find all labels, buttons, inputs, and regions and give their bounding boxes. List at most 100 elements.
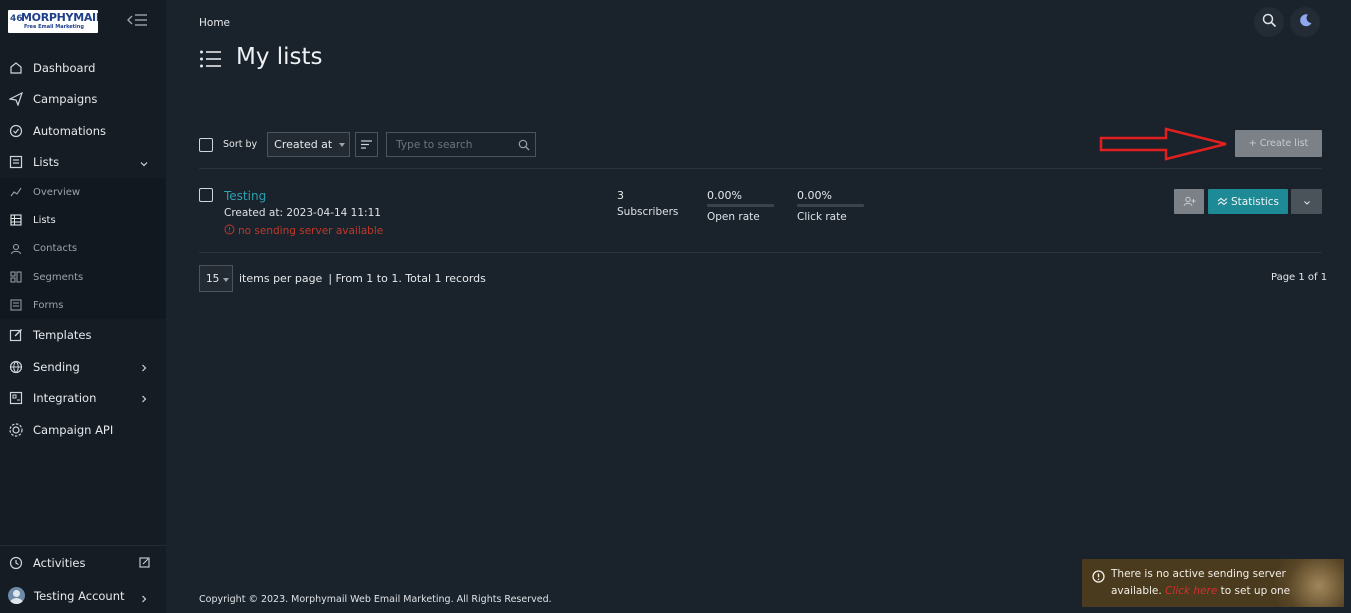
sidebar-item-lists[interactable]: Lists bbox=[0, 147, 166, 179]
sort-icon bbox=[360, 135, 373, 154]
sort-label: Sort by bbox=[223, 139, 258, 150]
warning-text: no sending server available bbox=[238, 225, 384, 237]
account-name: Testing Account bbox=[34, 588, 125, 603]
statistics-button[interactable]: Statistics bbox=[1208, 189, 1288, 214]
more-actions-button[interactable] bbox=[1291, 189, 1322, 214]
sidebar-item-label: Sending bbox=[33, 359, 80, 374]
list-name-link[interactable]: Testing bbox=[224, 189, 266, 203]
click-rate-label: Click rate bbox=[797, 211, 847, 223]
click-rate-value: 0.00% bbox=[797, 189, 832, 202]
statistics-button-label: Statistics bbox=[1231, 195, 1279, 208]
sidebar-item-sending[interactable]: Sending bbox=[0, 351, 166, 383]
home-icon bbox=[8, 60, 24, 76]
sidebar-subitem-segments[interactable]: Segments bbox=[0, 263, 166, 291]
user-plus-icon bbox=[1183, 192, 1196, 211]
app-logo[interactable]: 46 MORPHYMAIL Free Email Marketing bbox=[8, 10, 98, 33]
create-list-button[interactable]: + Create list bbox=[1235, 130, 1322, 157]
search-input[interactable] bbox=[396, 138, 517, 151]
chevron-right-icon bbox=[140, 592, 148, 606]
collapse-sidebar-icon[interactable] bbox=[126, 12, 148, 28]
search-button[interactable] bbox=[1254, 7, 1284, 37]
sidebar-subitem-overview[interactable]: Overview bbox=[0, 178, 166, 206]
table-icon bbox=[8, 212, 24, 228]
chevron-right-icon bbox=[140, 361, 148, 372]
sidebar-item-label: Integration bbox=[33, 391, 97, 406]
search-field[interactable] bbox=[386, 132, 537, 157]
sidebar-subitem-contacts[interactable]: Contacts bbox=[0, 235, 166, 263]
form-icon bbox=[8, 297, 24, 313]
sidebar-bottom: Activities Testing Account bbox=[0, 545, 166, 612]
select-all-checkbox[interactable] bbox=[199, 137, 213, 152]
chevron-down-icon bbox=[1303, 192, 1311, 211]
toast-text-after: to set up one bbox=[1220, 585, 1291, 597]
caret-down-icon bbox=[223, 278, 229, 282]
row-checkbox[interactable] bbox=[199, 188, 213, 202]
sending-icon bbox=[8, 359, 24, 375]
api-icon bbox=[8, 422, 24, 438]
sidebar-subitem-label: Overview bbox=[33, 186, 81, 198]
per-page-value: 15 bbox=[206, 272, 220, 285]
sort-select[interactable]: Created at bbox=[267, 132, 351, 157]
sidebar-subitem-lists[interactable]: Lists bbox=[0, 206, 166, 234]
lists-subnav: Overview Lists Contacts Segments Forms bbox=[0, 178, 166, 320]
sending-server-toast: There is no active sending server availa… bbox=[1082, 559, 1344, 607]
subscribers-count[interactable]: 3 bbox=[617, 189, 678, 202]
sidebar-item-integration[interactable]: Integration bbox=[0, 382, 166, 414]
sidebar: 46 MORPHYMAIL Free Email Marketing Dashb… bbox=[0, 0, 166, 613]
sidebar-subitem-label: Forms bbox=[33, 299, 64, 311]
open-rate-label: Open rate bbox=[707, 211, 760, 223]
sidebar-subitem-label: Segments bbox=[33, 271, 84, 283]
page-title: My lists bbox=[236, 44, 323, 70]
list-menu-icon bbox=[199, 49, 223, 69]
send-icon bbox=[8, 91, 24, 107]
sidebar-item-campaigns[interactable]: Campaigns bbox=[0, 84, 166, 116]
sidebar-subitem-label: Lists bbox=[33, 214, 56, 226]
segments-icon bbox=[8, 269, 24, 285]
external-link-icon bbox=[139, 557, 150, 571]
chevron-right-icon bbox=[140, 392, 148, 403]
divider bbox=[199, 252, 1322, 253]
list-toolbar: Sort by Created at bbox=[199, 132, 537, 157]
chart-icon bbox=[8, 184, 24, 200]
sort-direction-button[interactable] bbox=[355, 132, 379, 157]
add-subscriber-button[interactable] bbox=[1174, 189, 1204, 214]
logo-subtitle: Free Email Marketing bbox=[24, 24, 84, 30]
trend-icon bbox=[1217, 197, 1228, 206]
per-page-select[interactable]: 15 bbox=[199, 265, 233, 292]
integration-icon bbox=[8, 390, 24, 406]
avatar bbox=[8, 587, 25, 604]
open-rate-value: 0.00% bbox=[707, 189, 742, 202]
sidebar-item-templates[interactable]: Templates bbox=[0, 319, 166, 351]
caret-down-icon bbox=[339, 143, 346, 147]
divider bbox=[199, 168, 1322, 169]
subscribers-stat: 3 Subscribers bbox=[617, 189, 678, 218]
records-range: | From 1 to 1. Total 1 records bbox=[328, 272, 486, 285]
user-icon bbox=[8, 241, 24, 257]
pagination: 15 items per page | From 1 to 1. Total 1… bbox=[199, 265, 486, 292]
click-rate-bar bbox=[797, 204, 864, 207]
page-indicator: Page 1 of 1 bbox=[1271, 272, 1328, 283]
subscribers-label: Subscribers bbox=[617, 206, 679, 218]
sidebar-item-label: Dashboard bbox=[33, 60, 96, 75]
toast-setup-link[interactable]: Click here bbox=[1165, 585, 1217, 597]
moon-icon bbox=[1298, 13, 1313, 32]
sort-select-value: Created at bbox=[274, 138, 333, 151]
clock-icon bbox=[8, 123, 24, 139]
toast-message: There is no active sending server availa… bbox=[1111, 566, 1336, 600]
red-arrow-annotation bbox=[1098, 124, 1232, 168]
list-row: Testing Created at: 2023-04-14 11:11 no … bbox=[199, 188, 1322, 242]
open-rate-stat: 0.00% Open rate bbox=[707, 189, 774, 223]
per-page-label: items per page bbox=[239, 272, 323, 285]
sidebar-item-automations[interactable]: Automations bbox=[0, 115, 166, 147]
theme-toggle-button[interactable] bbox=[1290, 7, 1320, 37]
list-icon bbox=[8, 154, 24, 170]
breadcrumb[interactable]: Home bbox=[199, 17, 230, 29]
click-rate-stat: 0.00% Click rate bbox=[797, 189, 864, 223]
sidebar-item-campaign-api[interactable]: Campaign API bbox=[0, 414, 166, 446]
history-icon bbox=[8, 555, 24, 571]
sidebar-item-activities[interactable]: Activities bbox=[0, 546, 166, 579]
sidebar-account[interactable]: Testing Account bbox=[0, 579, 166, 612]
sidebar-item-dashboard[interactable]: Dashboard bbox=[0, 52, 166, 84]
sidebar-subitem-forms[interactable]: Forms bbox=[0, 291, 166, 319]
alert-circle-icon bbox=[224, 224, 235, 238]
